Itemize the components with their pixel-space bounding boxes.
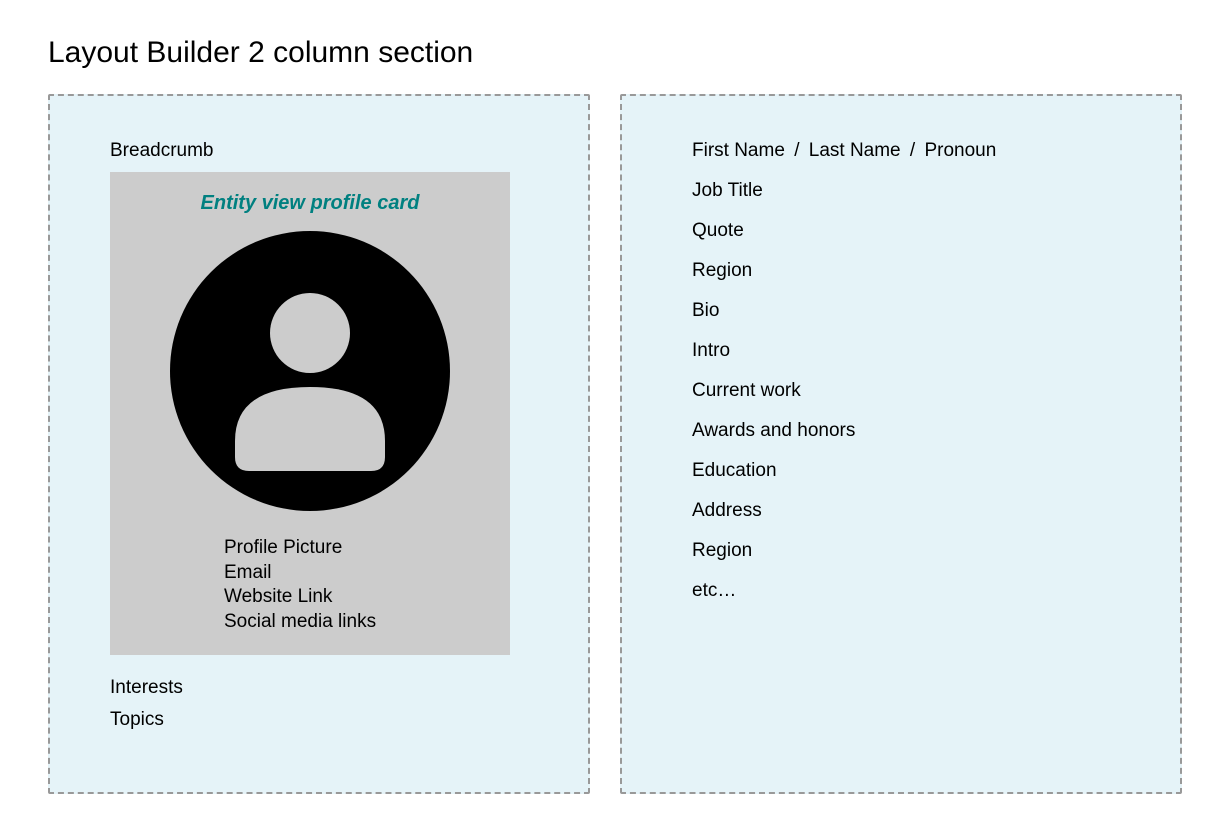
last-name-label: Last Name [809, 140, 901, 161]
left-column: Breadcrumb Entity view profile card Prof… [48, 94, 590, 794]
list-item: Interests [110, 677, 528, 699]
right-column: First Name / Last Name / Pronoun Job Tit… [620, 94, 1182, 794]
page-title: Layout Builder 2 column section [48, 36, 1180, 70]
list-item: Intro [692, 340, 1120, 362]
list-item: Topics [110, 709, 528, 731]
separator: / [906, 140, 919, 161]
list-item: Website Link [224, 585, 496, 610]
right-field-list: First Name / Last Name / Pronoun Job Tit… [692, 140, 1120, 602]
list-item: Region [692, 260, 1120, 282]
breadcrumb: Breadcrumb [110, 140, 528, 162]
list-item: Address [692, 500, 1120, 522]
profile-card-fields: Profile Picture Email Website Link Socia… [124, 536, 496, 635]
list-item: etc… [692, 580, 1120, 602]
pronoun-label: Pronoun [924, 140, 996, 161]
list-item: Quote [692, 220, 1120, 242]
two-column-section: Breadcrumb Entity view profile card Prof… [48, 94, 1180, 794]
list-item: Profile Picture [224, 536, 496, 561]
first-name-label: First Name [692, 140, 785, 161]
list-item: Job Title [692, 180, 1120, 202]
separator: / [790, 140, 803, 161]
list-item: Bio [692, 300, 1120, 322]
entity-view-profile-card: Entity view profile card Profile Picture… [110, 172, 510, 655]
list-item: Current work [692, 380, 1120, 402]
avatar-icon [170, 231, 450, 516]
name-row: First Name / Last Name / Pronoun [692, 140, 1120, 162]
list-item: Email [224, 561, 496, 586]
profile-card-title: Entity view profile card [124, 192, 496, 215]
list-item: Region [692, 540, 1120, 562]
left-below-card: Interests Topics [110, 677, 528, 731]
list-item: Education [692, 460, 1120, 482]
list-item: Social media links [224, 610, 496, 635]
list-item: Awards and honors [692, 420, 1120, 442]
